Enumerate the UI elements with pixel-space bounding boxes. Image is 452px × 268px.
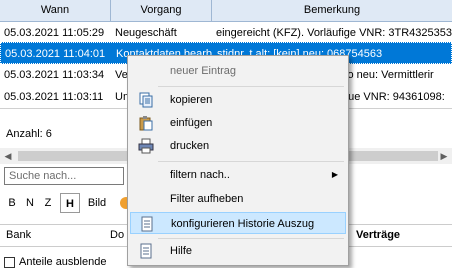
hide-shares-label: Anteile ausblende	[19, 256, 107, 268]
column-header-wann[interactable]: Wann	[0, 0, 111, 21]
cell-bemerkung: so neu: Vermittlerir	[342, 69, 434, 81]
menu-item-print[interactable]: drucken	[130, 135, 346, 157]
grid-header: Wann Vorgang Bemerkung	[0, 0, 452, 22]
menu-item-label: einfügen	[170, 117, 213, 129]
cell-wann: 05.03.2021 11:03:11	[4, 91, 104, 103]
search-input[interactable]: Suche nach...	[4, 167, 124, 185]
format-button-z[interactable]: Z	[40, 193, 56, 213]
cell-wann: 05.03.2021 11:05:29	[4, 27, 105, 39]
scroll-right-icon[interactable]: ▶	[436, 148, 452, 164]
paste-icon	[139, 116, 153, 131]
menu-item-label: konfigurieren Historie Auszug	[171, 218, 315, 230]
document-icon	[141, 216, 153, 232]
table-row[interactable]: 05.03.2021 11:05:29 Neugeschäft eingerei…	[0, 22, 452, 44]
column-header-vorgang[interactable]: Vorgang	[111, 0, 212, 21]
menu-item-label: kopieren	[170, 94, 213, 106]
hide-shares-checkbox-row[interactable]: Anteile ausblende	[4, 256, 106, 268]
menu-separator	[158, 86, 344, 87]
cell-wann: 05.03.2021 11:03:34	[4, 69, 105, 81]
format-button-bild[interactable]: Bild	[84, 193, 110, 213]
menu-item-paste[interactable]: einfügen	[130, 112, 346, 134]
column-header-bemerkung[interactable]: Bemerkung	[212, 0, 452, 21]
menu-separator	[158, 238, 344, 239]
menu-separator	[158, 161, 344, 162]
submenu-arrow-icon: ▶	[331, 170, 338, 179]
menu-item-label: filtern nach..	[170, 169, 230, 181]
menu-item-label: drucken	[170, 140, 210, 152]
format-button-n[interactable]: N	[22, 193, 38, 213]
menu-item-new-entry[interactable]: neuer Eintrag	[130, 60, 346, 82]
cell-bemerkung: eingereicht (KFZ). Vorläufige VNR: 3TR43…	[216, 27, 452, 39]
cell-vorgang: Neugeschäft	[115, 27, 177, 39]
column-header-bank[interactable]: Bank	[6, 225, 31, 246]
print-icon	[138, 138, 154, 154]
menu-item-filter-by[interactable]: filtern nach.. ▶	[130, 164, 346, 186]
menu-item-label: Hilfe	[170, 245, 193, 257]
menu-item-clear-filter[interactable]: Filter aufheben	[130, 188, 346, 210]
help-icon	[140, 243, 152, 259]
menu-item-label: neuer Eintrag	[170, 65, 237, 77]
context-menu: neuer Eintrag kopieren einfügen drucken …	[127, 55, 349, 266]
menu-item-label: Filter aufheben	[170, 193, 244, 205]
column-header-do[interactable]: Do	[110, 225, 124, 246]
cell-wann: 05.03.2021 11:04:01	[5, 48, 106, 60]
row-count-label: Anzahl: 6	[6, 128, 52, 140]
format-button-h[interactable]: H	[60, 193, 80, 213]
format-button-b[interactable]: B	[4, 193, 20, 213]
cell-bemerkung: eue VNR: 94361098:	[342, 91, 445, 103]
menu-item-copy[interactable]: kopieren	[130, 89, 346, 111]
menu-item-help[interactable]: Hilfe	[130, 240, 346, 262]
menu-item-configure-history[interactable]: konfigurieren Historie Auszug	[130, 212, 346, 234]
column-header-vertraege[interactable]: Verträge	[356, 225, 400, 246]
scroll-left-icon[interactable]: ◀	[0, 148, 16, 164]
copy-icon	[139, 92, 153, 108]
